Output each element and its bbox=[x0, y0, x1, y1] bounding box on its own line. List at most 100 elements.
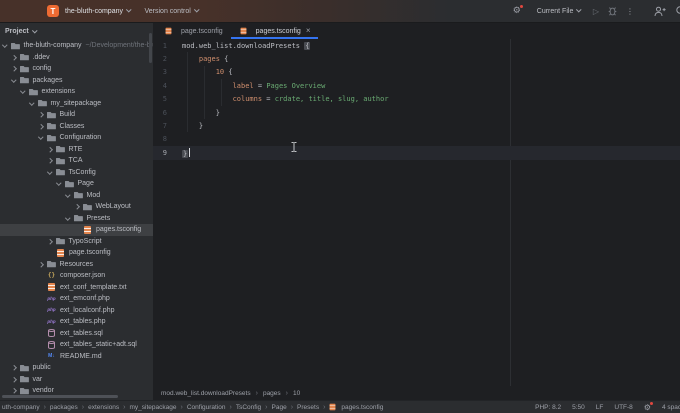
tree-item-resources[interactable]: Resources bbox=[0, 259, 153, 271]
chevron-expanded-icon[interactable] bbox=[47, 169, 52, 174]
tree-item-tsconfig[interactable]: TsConfig bbox=[0, 167, 153, 179]
chevron-collapsed-icon[interactable] bbox=[38, 124, 43, 129]
code-line-6[interactable]: 6 } bbox=[153, 106, 680, 119]
tree-item-composer.json[interactable]: {}composer.json bbox=[0, 270, 153, 282]
tree-item-ext_tables_static+adt.sql[interactable]: ext_tables_static+adt.sql bbox=[0, 339, 153, 351]
chevron-collapsed-icon[interactable] bbox=[74, 204, 79, 209]
chevron-collapsed-icon[interactable] bbox=[47, 147, 52, 152]
vertical-scrollbar[interactable] bbox=[149, 33, 152, 63]
folder-icon bbox=[47, 110, 56, 119]
code-line-2[interactable]: 2 pages { bbox=[153, 52, 680, 65]
debug-button[interactable] bbox=[608, 6, 617, 16]
editor[interactable]: 1mod.web_list.downloadPresets {2 pages {… bbox=[153, 39, 680, 386]
tree-item-tca[interactable]: TCA bbox=[0, 155, 153, 167]
chevron-collapsed-icon[interactable] bbox=[47, 158, 52, 163]
run-button[interactable]: ▷ bbox=[593, 7, 599, 16]
horizontal-scrollbar[interactable] bbox=[2, 395, 118, 398]
chevron-expanded-icon[interactable] bbox=[20, 88, 25, 93]
tab-pages.tsconfig[interactable]: pages.tsconfig× bbox=[231, 23, 319, 39]
chevron-collapsed-icon[interactable] bbox=[11, 365, 16, 370]
php-version-widget[interactable]: PHP: 8.2 bbox=[535, 404, 561, 411]
tree-item-.ddev[interactable]: .ddev bbox=[0, 52, 153, 64]
chevron-expanded-icon[interactable] bbox=[56, 180, 61, 185]
chevron-collapsed-icon[interactable] bbox=[11, 377, 16, 382]
tab-page.tsconfig[interactable]: page.tsconfig bbox=[156, 23, 231, 39]
caret-position-widget[interactable]: 5:50 bbox=[572, 404, 585, 411]
vcs-widget[interactable]: Version control bbox=[144, 8, 190, 15]
tree-item-typoscript[interactable]: TypoScript bbox=[0, 236, 153, 248]
breadcrumb-item[interactable]: Presets bbox=[297, 404, 319, 411]
chevron-expanded-icon[interactable] bbox=[11, 77, 16, 82]
tree-item-classes[interactable]: Classes bbox=[0, 121, 153, 133]
project-panel-header[interactable]: Project bbox=[0, 23, 153, 40]
tree-item-page[interactable]: Page bbox=[0, 178, 153, 190]
tree-item-var[interactable]: var bbox=[0, 374, 153, 386]
chevron-collapsed-icon[interactable] bbox=[38, 112, 43, 117]
code-with-me-icon[interactable] bbox=[654, 6, 666, 17]
notification-dot bbox=[650, 402, 653, 405]
tree-item-ext_conf_template.txt[interactable]: ext_conf_template.txt bbox=[0, 282, 153, 294]
tree-item-readme.md[interactable]: M↓README.md bbox=[0, 351, 153, 363]
code-line-7[interactable]: 7 } bbox=[153, 119, 680, 132]
chevron-collapsed-icon[interactable] bbox=[11, 55, 16, 60]
tab-close-icon[interactable]: × bbox=[306, 27, 311, 35]
editor-area: page.tsconfigpages.tsconfig× 1mod.web_li… bbox=[153, 23, 680, 400]
more-actions-icon[interactable]: ⋮ bbox=[626, 7, 634, 16]
breadcrumb-item[interactable]: 10 bbox=[293, 390, 300, 397]
tree-item-configuration[interactable]: Configuration bbox=[0, 132, 153, 144]
chevron-collapsed-icon[interactable] bbox=[11, 388, 16, 393]
folder-icon bbox=[56, 168, 65, 177]
project-widget[interactable]: the-bluth-company bbox=[65, 8, 123, 15]
chevron-expanded-icon[interactable] bbox=[65, 192, 70, 197]
tree-item-the-bluth-company[interactable]: the-bluth-company~/Development/the-bluth bbox=[0, 40, 153, 52]
breadcrumb-item[interactable]: packages bbox=[50, 404, 78, 411]
breadcrumb-item[interactable]: TsConfig bbox=[236, 404, 261, 411]
code-line-1[interactable]: 1mod.web_list.downloadPresets { bbox=[153, 39, 680, 52]
breadcrumb-item[interactable]: Page bbox=[272, 404, 287, 411]
chevron-expanded-icon[interactable] bbox=[29, 100, 34, 105]
tree-item-weblayout[interactable]: WebLayout bbox=[0, 201, 153, 213]
tree-item-mod[interactable]: Mod bbox=[0, 190, 153, 202]
chevron-expanded-icon[interactable] bbox=[38, 134, 43, 139]
breadcrumb-item[interactable]: my_sitepackage bbox=[130, 404, 177, 411]
code-line-4[interactable]: 4 label = Pages Overview bbox=[153, 79, 680, 92]
code-line-9[interactable]: 9} bbox=[153, 146, 680, 159]
tree-item-rte[interactable]: RTE bbox=[0, 144, 153, 156]
breadcrumb-item-file[interactable]: pages.tsconfig bbox=[341, 404, 383, 411]
tree-item-ext_localconf.php[interactable]: phpext_localconf.php bbox=[0, 305, 153, 317]
run-config-selector[interactable]: Current File bbox=[537, 8, 581, 15]
chevron-collapsed-icon[interactable] bbox=[47, 239, 52, 244]
settings-gear-icon[interactable]: ⚙ bbox=[513, 6, 521, 16]
tree-item-ext_tables.sql[interactable]: ext_tables.sql bbox=[0, 328, 153, 340]
code-line-8[interactable]: 8 bbox=[153, 133, 680, 146]
breadcrumb-item[interactable]: Configuration bbox=[187, 404, 226, 411]
breadcrumb-item[interactable]: pages bbox=[263, 390, 281, 397]
tree-item-ext_tables.php[interactable]: phpext_tables.php bbox=[0, 316, 153, 328]
tree-item-ext_emconf.php[interactable]: phpext_emconf.php bbox=[0, 293, 153, 305]
chevron-expanded-icon[interactable] bbox=[2, 42, 7, 47]
status-gear-icon[interactable]: ⚙ bbox=[644, 403, 651, 412]
tree-item-pages.tsconfig[interactable]: pages.tsconfig bbox=[0, 224, 153, 236]
code-line-5[interactable]: 5 columns = crdate, title, slug, author bbox=[153, 93, 680, 106]
chevron-collapsed-icon[interactable] bbox=[11, 66, 16, 71]
tree-item-extensions[interactable]: extensions bbox=[0, 86, 153, 98]
chevron-collapsed-icon[interactable] bbox=[38, 262, 43, 267]
tree-item-build[interactable]: Build bbox=[0, 109, 153, 121]
encoding-widget[interactable]: UTF-8 bbox=[614, 404, 632, 411]
breadcrumb-item[interactable]: mod.web_list.downloadPresets bbox=[161, 390, 251, 397]
chevron-expanded-icon[interactable] bbox=[65, 215, 70, 220]
breadcrumb-item[interactable]: uth-company bbox=[2, 404, 40, 411]
breadcrumb-item[interactable]: extensions bbox=[88, 404, 119, 411]
main-menu-icon[interactable] bbox=[8, 8, 17, 15]
tree-item-my_sitepackage[interactable]: my_sitepackage bbox=[0, 98, 153, 110]
tree-item-packages[interactable]: packages bbox=[0, 75, 153, 87]
indent-widget[interactable]: 4 spaces bbox=[662, 404, 680, 411]
search-everywhere-icon[interactable] bbox=[675, 5, 680, 17]
code-line-3[interactable]: 3 10 { bbox=[153, 66, 680, 79]
tree-item-public[interactable]: public bbox=[0, 362, 153, 374]
tree-item-page.tsconfig[interactable]: page.tsconfig bbox=[0, 247, 153, 259]
tree-item-presets[interactable]: Presets bbox=[0, 213, 153, 225]
tree-item-config[interactable]: config bbox=[0, 63, 153, 75]
breadcrumb-separator: › bbox=[323, 404, 325, 411]
line-ending-widget[interactable]: LF bbox=[596, 404, 604, 411]
